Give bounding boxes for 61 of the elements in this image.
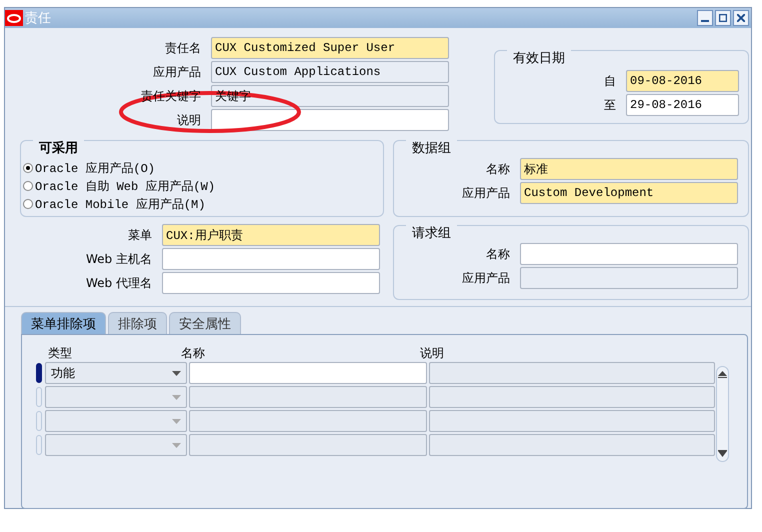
field-label: 应用产品 [462, 184, 510, 202]
scroll-down-icon[interactable] [718, 450, 727, 458]
type-dropdown[interactable] [45, 410, 187, 432]
text-field[interactable] [211, 109, 449, 131]
group-title: 可采用 [33, 139, 84, 157]
text-field[interactable] [162, 272, 380, 294]
field-label: 名称 [486, 160, 510, 178]
column-header: 名称 [181, 345, 206, 361]
minimize-icon[interactable] [697, 10, 713, 26]
group-title: 数据组 [406, 139, 457, 157]
radio-button[interactable] [23, 181, 33, 191]
name-field[interactable] [189, 410, 427, 432]
description-field[interactable] [429, 410, 715, 432]
field-label: 至 [604, 96, 616, 114]
date-field[interactable]: 09-08-2016 [626, 70, 739, 92]
field-label: 应用产品 [153, 64, 201, 80]
scroll-up-icon[interactable] [718, 370, 727, 378]
description-field[interactable] [429, 362, 715, 384]
field-label: 自 [604, 72, 616, 90]
name-field[interactable] [189, 434, 427, 456]
option-label: Oracle 应用产品(O) [35, 160, 156, 176]
date-field[interactable]: 29-08-2016 [626, 94, 739, 116]
close-icon[interactable] [733, 10, 749, 26]
text-field[interactable]: 标准 [520, 158, 738, 180]
caret-icon[interactable] [172, 370, 181, 376]
tab[interactable]: 安全属性 [169, 312, 241, 334]
logo-icon [5, 10, 23, 26]
field-label: 责任名 [165, 40, 201, 56]
text-field[interactable]: CUX Customized Super User [211, 37, 449, 59]
tab[interactable]: 排除项 [108, 312, 167, 334]
description-field[interactable] [429, 434, 715, 456]
field-label: 说明 [177, 112, 201, 128]
text-field[interactable] [520, 243, 738, 265]
text-field[interactable] [162, 248, 380, 270]
text-field[interactable]: CUX Custom Applications [211, 61, 449, 83]
option-label: Oracle Mobile 应用产品(M) [35, 196, 206, 212]
row-indicator[interactable] [36, 363, 42, 383]
field-label: 菜单 [128, 226, 152, 244]
tab[interactable]: 菜单排除项 [21, 312, 106, 334]
radio-button[interactable] [23, 199, 33, 209]
field-label: 名称 [486, 246, 510, 262]
field-label: 应用产品 [462, 270, 510, 286]
name-field[interactable] [189, 386, 427, 408]
description-field[interactable] [429, 386, 715, 408]
text-field[interactable]: Custom Development [520, 182, 738, 204]
type-dropdown[interactable] [45, 434, 187, 456]
text-field[interactable] [520, 267, 738, 289]
scrollbar[interactable] [716, 366, 729, 462]
field-label: Web 代理名 [86, 274, 152, 292]
option-label: Oracle 自助 Web 应用产品(W) [35, 178, 216, 194]
radio-button[interactable] [23, 163, 33, 173]
type-dropdown[interactable]: 功能 [45, 362, 187, 384]
window-title: 责任 [25, 10, 52, 27]
group-title: 请求组 [406, 224, 457, 242]
column-header: 类型 [47, 345, 73, 361]
field-label: Web 主机名 [86, 250, 152, 268]
group-title: 有效日期 [507, 49, 571, 67]
maximize-icon[interactable] [715, 10, 731, 26]
name-field[interactable] [189, 362, 427, 384]
column-header: 说明 [420, 345, 445, 361]
text-field[interactable]: CUX:用户职责 [162, 224, 380, 246]
